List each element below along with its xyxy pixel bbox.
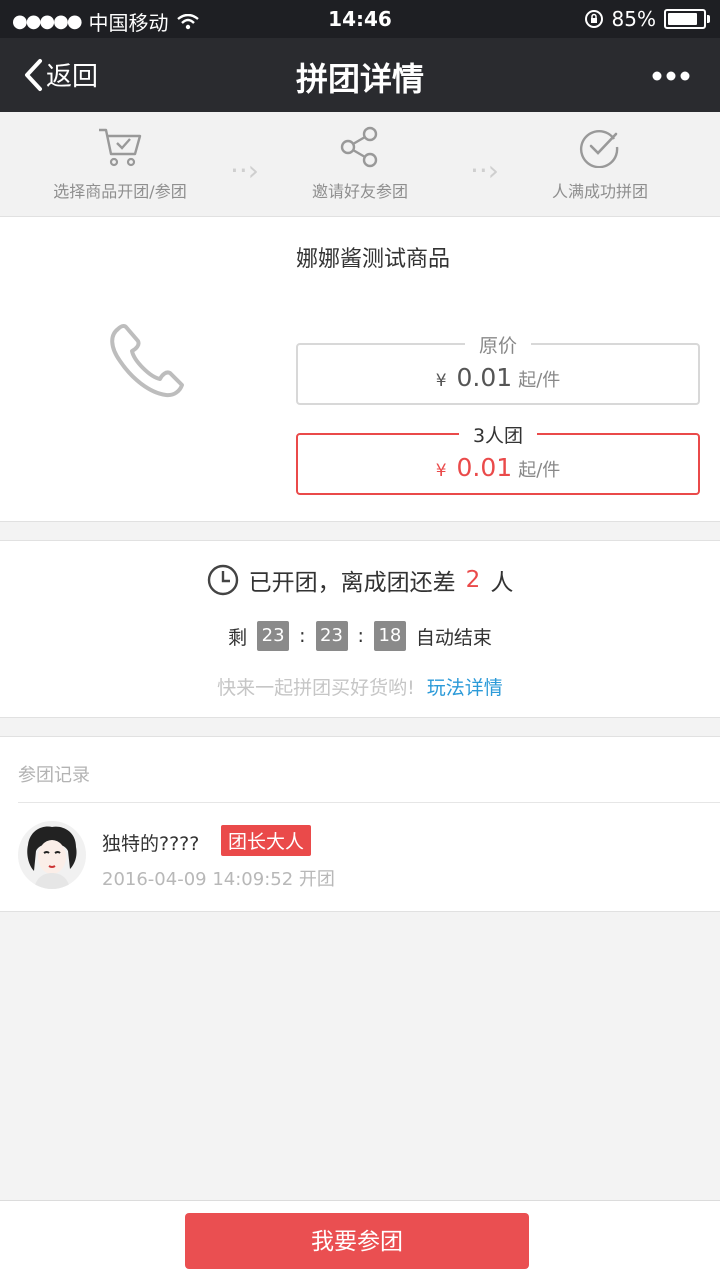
price-amount: 0.01 [456, 453, 513, 482]
end-label: 自动结束 [415, 626, 492, 649]
avatar [18, 821, 86, 889]
step-invite-friends: 邀请好友参团 [240, 126, 480, 202]
cart-icon [99, 128, 142, 167]
timer-hours: 23 [257, 621, 290, 651]
price-unit: 起/件 [518, 370, 561, 391]
more-icon [652, 71, 690, 81]
tip-text: 快来一起拼团买好货哟! [217, 677, 415, 699]
price-tag: 3人团 [298, 421, 698, 448]
price-amount: 0.01 [456, 363, 513, 392]
steps-bar: 选择商品开团/参团 ··› 邀请好友参团 ··› 人满成功拼团 [0, 112, 720, 217]
leader-badge: 团长大人 [221, 825, 312, 856]
remain-label: 剩 [228, 626, 248, 649]
group-price: ¥0.01 起/件 [298, 453, 698, 482]
more-button[interactable] [652, 58, 690, 88]
product-name: 娜娜酱测试商品 [296, 247, 451, 272]
records-title: 参团记录 [18, 765, 90, 786]
list-item[interactable]: 独特的???? 团长大人 2016-04-09 14:09:52 开团 [18, 821, 708, 891]
step-label: 选择商品开团/参团 [53, 182, 187, 201]
tip-line: 快来一起拼团买好货哟! 玩法详情 [0, 673, 720, 700]
step-select-product: 选择商品开团/参团 [0, 126, 240, 202]
original-price-box[interactable]: 原价 ¥0.01 起/件 [296, 335, 700, 405]
timer-seconds: 18 [373, 621, 406, 651]
member-name: 独特的???? [102, 833, 200, 855]
nav-bar: 返回 拼团详情 [0, 38, 720, 112]
timer-minutes: 23 [315, 621, 348, 651]
join-group-button[interactable]: 我要参团 [185, 1213, 529, 1269]
currency-symbol: ¥ [435, 371, 447, 391]
check-circle-icon [579, 129, 619, 169]
rules-link[interactable]: 玩法详情 [427, 677, 503, 699]
currency-symbol: ¥ [435, 461, 447, 481]
price-unit: 起/件 [518, 460, 561, 481]
share-icon [340, 126, 378, 168]
bottom-bar: 我要参团 [0, 1200, 720, 1281]
status-bar: ●●●●● 中国移动 14:46 85% [0, 0, 720, 38]
status-prefix: 已开团，离成团还差 [248, 570, 456, 596]
countdown-timer: 剩 23 : 23 : 18 自动结束 [0, 621, 720, 651]
battery-percent: 85% [611, 7, 656, 31]
group-status: 已开团，离成团还差 2 人 剩 23 : 23 : 18 自动结束 快来一起拼团… [0, 540, 720, 718]
clock-icon [207, 564, 238, 596]
status-right: 85% [584, 7, 710, 31]
product-image[interactable] [104, 321, 188, 405]
group-price-tag: 3人团 [458, 425, 538, 447]
join-records: 参团记录 独特的???? 团长大人 2016-04-09 14:09:52 开团 [0, 736, 720, 912]
battery-icon [664, 9, 710, 29]
timer-sep: : [357, 625, 364, 647]
step-label: 人满成功拼团 [551, 182, 648, 201]
original-price: ¥0.01 起/件 [298, 363, 698, 392]
status-suffix: 人 [490, 570, 514, 596]
divider [18, 802, 720, 803]
step-success: 人满成功拼团 [480, 126, 720, 202]
group-status-line: 已开团，离成团还差 2 人 [0, 563, 720, 597]
product-card: 娜娜酱测试商品 原价 ¥0.01 起/件 3人团 ¥0.01 起/件 [0, 217, 720, 522]
phone-icon [110, 323, 184, 398]
remaining-count: 2 [465, 567, 481, 593]
rotation-lock-icon [584, 10, 603, 28]
timer-sep: : [299, 625, 306, 647]
join-time: 2016-04-09 14:09:52 开团 [102, 869, 335, 890]
battery-fill [668, 13, 697, 25]
price-tag: 原价 [298, 331, 698, 358]
group-price-box[interactable]: 3人团 ¥0.01 起/件 [296, 425, 700, 495]
step-label: 邀请好友参团 [311, 182, 408, 201]
page-title: 拼团详情 [295, 60, 424, 98]
original-price-tag: 原价 [464, 335, 531, 357]
avatar-image [18, 821, 86, 889]
